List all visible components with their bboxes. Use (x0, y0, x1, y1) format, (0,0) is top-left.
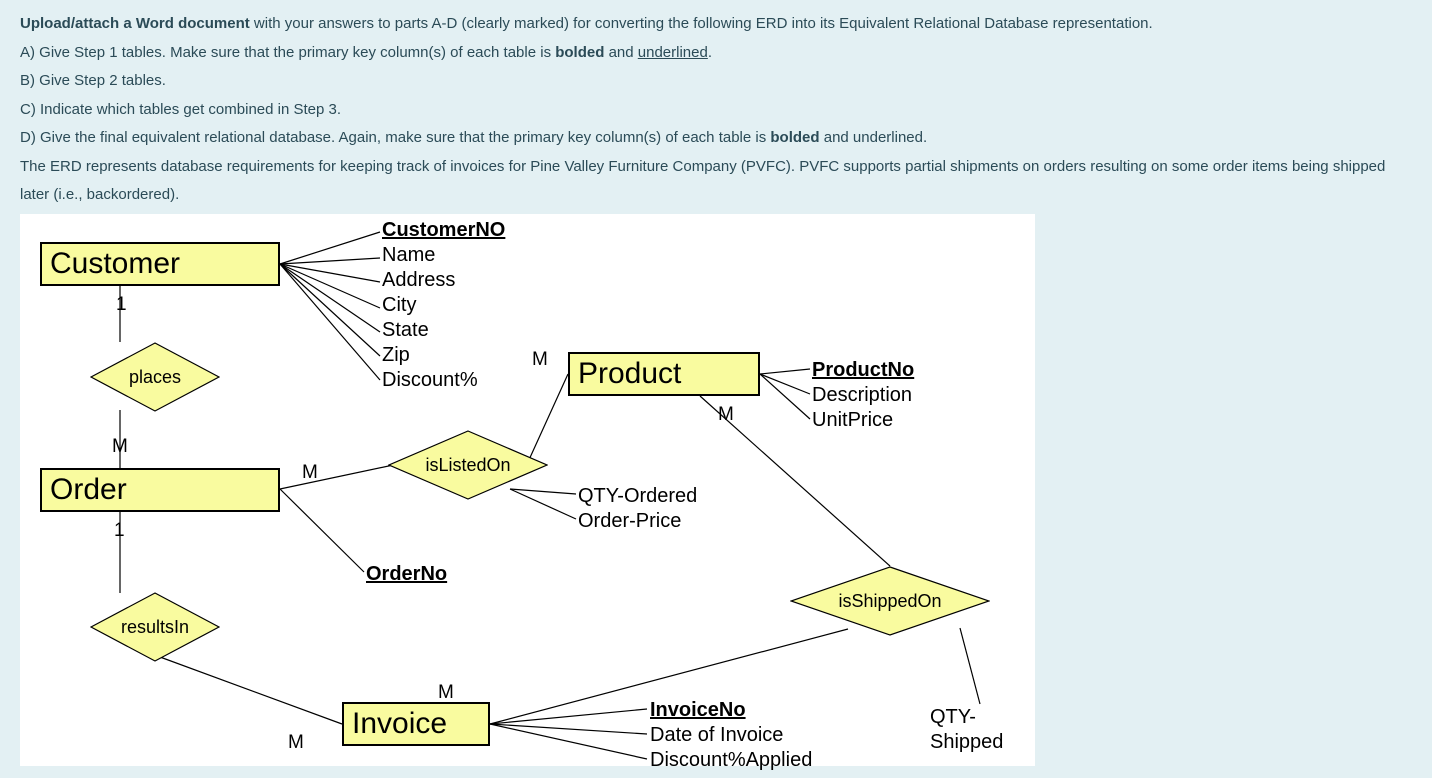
card-product-m-shipped: M (718, 404, 734, 426)
relation-resultsin: resultsIn (90, 592, 220, 662)
instruction-c: C) Indicate which tables get combined in… (20, 96, 1412, 125)
instruction-lead: Upload/attach a Word document with your … (20, 10, 1412, 39)
card-order-1: 1 (114, 520, 125, 542)
entity-order: Order (40, 468, 280, 512)
card-customer-1: 1 (116, 294, 127, 316)
relation-isshippedon: isShippedOn (790, 566, 990, 636)
card-product-m-listed: M (532, 349, 548, 371)
attrs-islistedon: QTY-Ordered Order-Price (578, 484, 697, 534)
attrs-isshippedon: QTY-Shipped (930, 705, 1035, 755)
relation-islistedon: isListedOn (388, 430, 548, 500)
instruction-a: A) Give Step 1 tables. Make sure that th… (20, 39, 1412, 68)
lead-bold: Upload/attach a Word document (20, 15, 250, 32)
entity-product: Product (568, 352, 760, 396)
attrs-order: OrderNo (366, 562, 447, 587)
attrs-product: ProductNo Description UnitPrice (812, 358, 914, 433)
card-order-m: M (302, 462, 318, 484)
instruction-context: The ERD represents database requirements… (20, 153, 1412, 210)
card-invoice-m: M (438, 682, 454, 704)
lead-rest: with your answers to parts A-D (clearly … (250, 15, 1153, 32)
erd-diagram: Customer Order Product Invoice places re… (20, 214, 1035, 766)
card-places-m: M (112, 436, 128, 458)
instructions-block: Upload/attach a Word document with your … (0, 0, 1432, 218)
attrs-invoice: InvoiceNo Date of Invoice Discount%Appli… (650, 698, 812, 773)
entity-invoice: Invoice (342, 702, 490, 746)
attrs-customer: CustomerNO Name Address City State Zip D… (382, 218, 505, 393)
card-resultsin-m: M (288, 732, 304, 754)
instruction-d: D) Give the final equivalent relational … (20, 124, 1412, 153)
instruction-b: B) Give Step 2 tables. (20, 67, 1412, 96)
relation-places: places (90, 342, 220, 412)
entity-customer: Customer (40, 242, 280, 286)
